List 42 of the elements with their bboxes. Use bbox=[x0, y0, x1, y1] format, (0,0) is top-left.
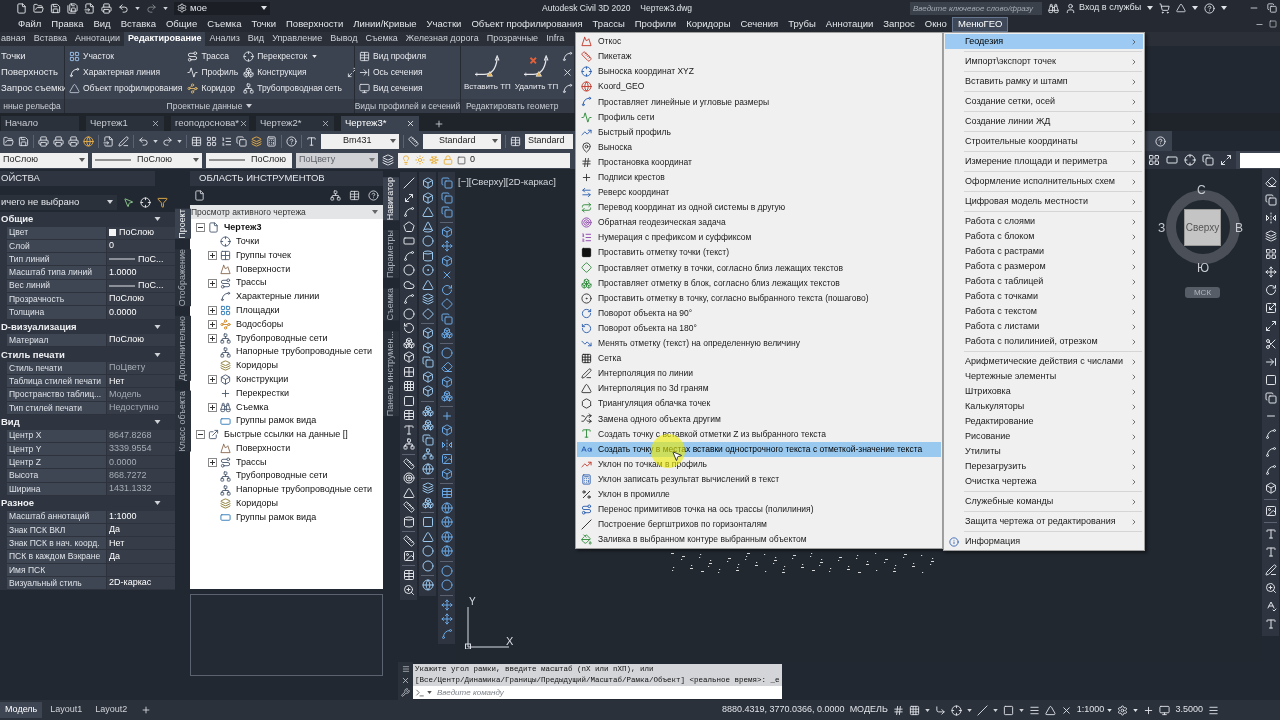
property-value: ПоСлою bbox=[119, 225, 155, 239]
ucs-x-label: X bbox=[506, 634, 514, 649]
property-label: Таблица стилей печати bbox=[7, 375, 106, 388]
property-label: Знак ПСК в нач. коорд. bbox=[7, 537, 106, 550]
property-label: ПСК в каждом Вэкране bbox=[7, 550, 106, 563]
palette-title: ОБЛАСТЬ ИНСТРУМЕНТОВ bbox=[190, 171, 383, 186]
property-value: ПоС... bbox=[138, 279, 164, 293]
property-value: 1431.1332 bbox=[109, 482, 152, 496]
property-value: Модель bbox=[109, 387, 142, 401]
property-value: ПоСлою bbox=[109, 292, 145, 306]
property-value: 0 bbox=[109, 239, 114, 253]
palette-title: ОЙСТВА bbox=[0, 171, 155, 186]
property-label: Центр Z bbox=[7, 456, 106, 469]
property-value: 8647.8268 bbox=[109, 428, 152, 442]
property-value: Да bbox=[109, 549, 121, 563]
property-label: Высота bbox=[7, 469, 106, 482]
plot-style-dropdown: ПоЦвету bbox=[296, 152, 378, 168]
property-label: Визуальный стиль bbox=[7, 577, 106, 590]
property-value: Недоступно bbox=[109, 401, 159, 415]
property-value: Нет bbox=[109, 374, 125, 388]
property-value: Да bbox=[109, 523, 121, 537]
property-value: 2D-каркас bbox=[109, 576, 152, 590]
coordinates: 8880.4319, 3770.0366, 0.0000 bbox=[722, 703, 845, 717]
property-label: Материал bbox=[7, 334, 106, 347]
ucs-y-label: Y bbox=[469, 595, 476, 609]
property-label: Масштаб типа линий bbox=[7, 266, 106, 279]
property-value: ПоС... bbox=[138, 252, 164, 266]
scale-value: 3.5000 bbox=[1175, 703, 1203, 717]
property-value: 0.0000 bbox=[109, 455, 137, 469]
window-title: Autodesk Civil 3D 2020 bbox=[542, 1, 631, 15]
property-value: 3339.9554 bbox=[109, 442, 152, 456]
property-label: Тип линий bbox=[7, 253, 106, 266]
property-value: ПоСлою bbox=[109, 333, 145, 347]
property-value: 1:1000 bbox=[109, 509, 137, 523]
property-value: ПоЦвету bbox=[109, 361, 146, 375]
file-name: Чертеж3.dwg bbox=[640, 1, 693, 15]
property-value: 0.0000 bbox=[109, 305, 137, 319]
property-value: 1.0000 bbox=[109, 265, 137, 279]
property-label: Толщина bbox=[7, 306, 106, 319]
property-label: Пространство таблиц... bbox=[7, 388, 106, 401]
property-value: Нет bbox=[109, 536, 125, 550]
property-value: 868.7272 bbox=[109, 468, 147, 482]
